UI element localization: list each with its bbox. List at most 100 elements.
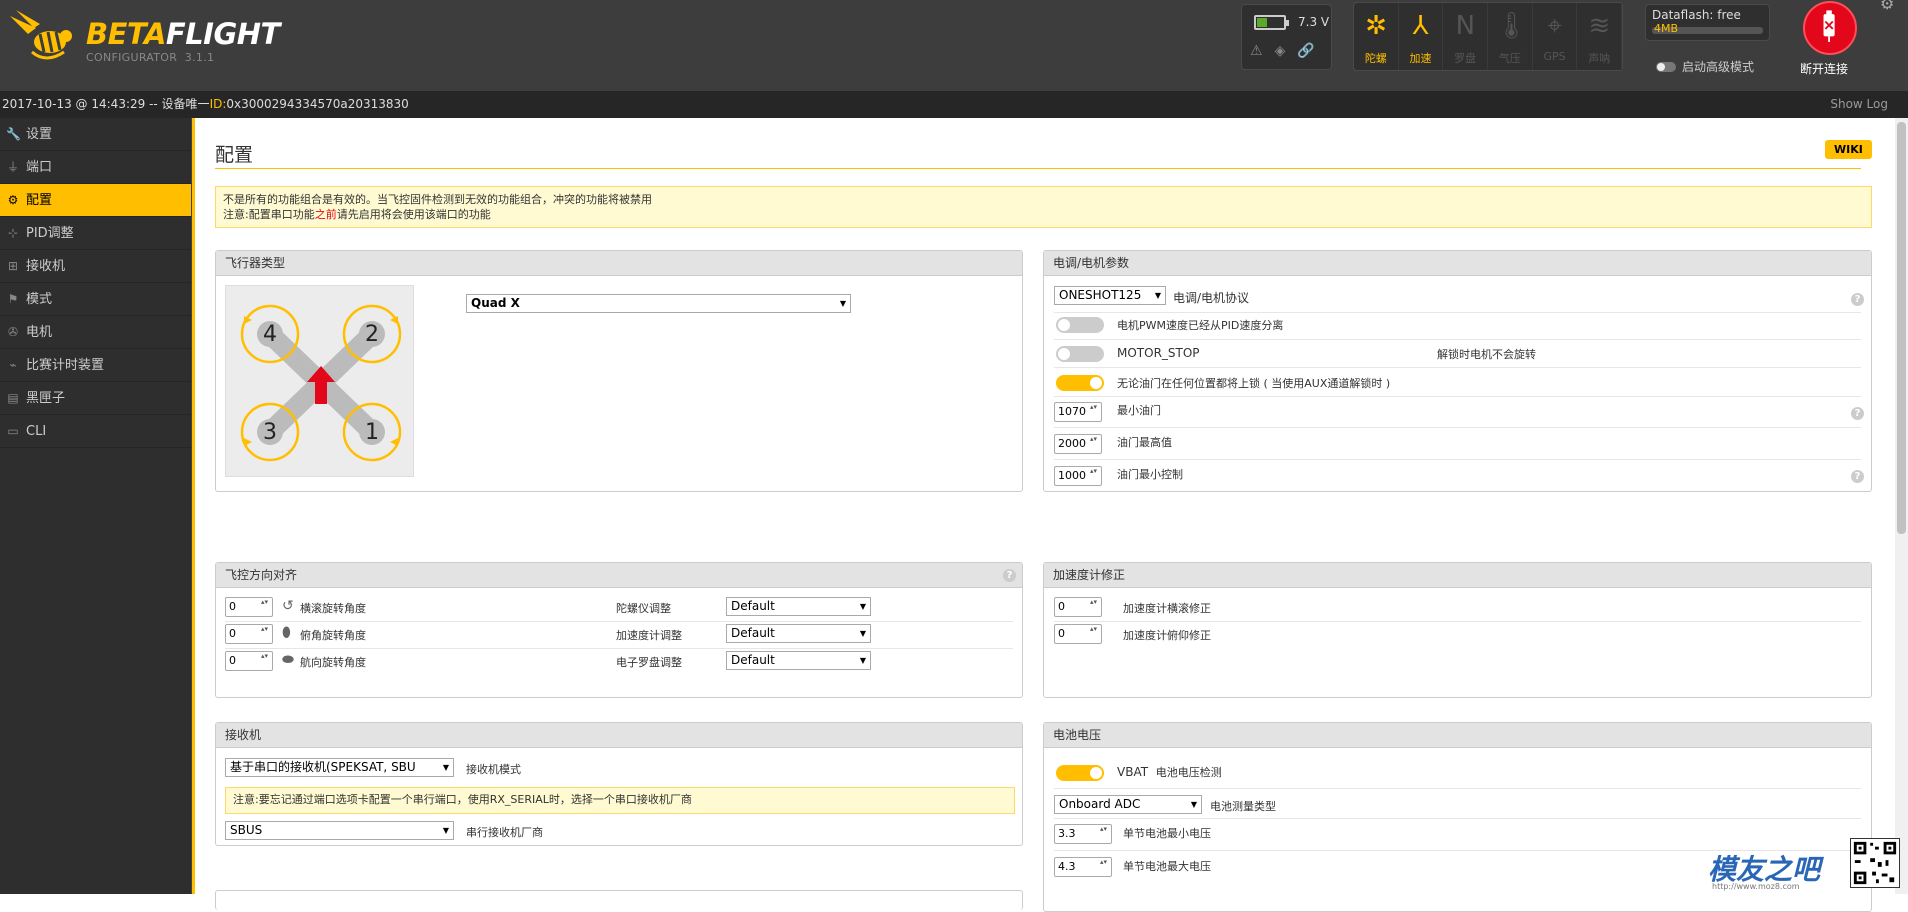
battery-panel-title: 电池电压: [1044, 723, 1871, 748]
alignment-angle-input[interactable]: 0: [225, 651, 273, 671]
status-bar: 2017-10-13 @ 14:43:29 -- 设备唯一ID:0x300029…: [0, 91, 1908, 118]
expert-mode-switch[interactable]: [1656, 61, 1676, 72]
alignment-sensor-label: 电子罗盘调整: [616, 656, 682, 669]
pwm-separate-toggle[interactable]: [1056, 317, 1104, 333]
alignment-angle-label: 航向旋转角度: [300, 656, 366, 669]
arm-anywhere-label: 无论油门在任何位置都将上锁 ( 当使用AUX通道解锁时 ): [1117, 377, 1391, 390]
show-log-link[interactable]: Show Log: [1830, 91, 1888, 118]
vbat-label: VBAT 电池电压检测: [1117, 765, 1222, 779]
motor-stop-toggle[interactable]: [1056, 346, 1104, 362]
min-throttle-help-icon[interactable]: ?: [1851, 407, 1864, 420]
failsafe-icon: ◈: [1274, 43, 1286, 59]
wrench-icon: 🔧: [6, 127, 21, 141]
page-scrollbar[interactable]: [1895, 118, 1908, 894]
sidebar-item-label: CLI: [26, 423, 47, 439]
alignment-sensor-label: 陀螺仪调整: [616, 602, 671, 615]
sidebar-item-1[interactable]: ⏚ 端口: [0, 151, 191, 184]
notice-line-2: 注意:配置串口功能之前请先启用将会使用该端口的功能: [223, 208, 491, 221]
accel-trim-input[interactable]: 0: [1054, 597, 1102, 617]
motor-stop-label: MOTOR_STOP: [1117, 346, 1200, 360]
notice-line-1: 不是所有的功能组合是有效的。当飞控固件检测到无效的功能组合，冲突的功能将被禁用: [223, 193, 652, 206]
sidebar-item-label: 电机: [26, 324, 53, 340]
cli-icon: ▭: [7, 424, 19, 438]
min-command-label: 油门最小控制: [1117, 468, 1183, 481]
battery-voltage: 7.3 V: [1298, 15, 1330, 29]
sensor-sonar: ≋ 声呐: [1577, 3, 1623, 70]
arm-anywhere-toggle[interactable]: [1056, 375, 1104, 391]
accel-trim-label: 加速度计俯仰修正: [1123, 629, 1211, 642]
voltage-meter-label: 电池测量类型: [1210, 800, 1276, 813]
alignment-help-icon[interactable]: ?: [1003, 569, 1016, 582]
disconnect-button[interactable]: [1803, 1, 1857, 55]
alignment-sensor-select[interactable]: Default: [726, 651, 871, 670]
esc-protocol-select[interactable]: ONESHOT125: [1054, 286, 1166, 305]
receiver-mode-select[interactable]: 基于串口的接收机(SPEKSAT, SBU: [225, 758, 454, 777]
gear-icon: ⚙: [7, 193, 19, 207]
device-id-value: 0x3000294334570a20313830: [226, 97, 409, 111]
motor-4-label: 4: [263, 322, 277, 347]
quad-x-diagram: 4 2 3 1: [225, 285, 414, 477]
mixer-select[interactable]: Quad X: [466, 294, 851, 313]
sidebar-item-8[interactable]: ▤ 黑匣子: [0, 382, 191, 415]
warning-icon: ⚠: [1250, 43, 1263, 59]
sensor-label: 罗盘: [1454, 52, 1477, 65]
sidebar: 🔧 设置 ⏚ 端口 ⚙ 配置 ⊹ PID调整 ⊞ 接收机 ⚑ 模式 ✇ 电机 ⌁ 比赛计时装置 ▤ 黑匣子 ▭ CLI: [0, 118, 192, 894]
betaflight-wordmark: BETAFLIGHT: [86, 17, 280, 51]
alignment-angle-input[interactable]: 0: [225, 597, 273, 617]
min-command-help-icon[interactable]: ?: [1851, 470, 1864, 483]
min-cell-voltage-label: 单节电池最小电压: [1123, 827, 1211, 840]
accel-trim-panel: 加速度计修正 0 加速度计横滚修正 0 加速度计俯仰修正: [1043, 562, 1872, 698]
sidebar-item-4[interactable]: ⊞ 接收机: [0, 250, 191, 283]
settings-gear-icon[interactable]: ⚙: [1880, 0, 1894, 13]
alignment-angle-input[interactable]: 0: [225, 624, 273, 644]
max-throttle-input[interactable]: 2000: [1054, 434, 1102, 454]
vbat-toggle[interactable]: [1056, 765, 1104, 781]
sidebar-item-label: 接收机: [26, 258, 66, 274]
dataflash-size: 4MB: [1654, 22, 1679, 35]
alignment-angle-label: 俯角旋转角度: [300, 629, 366, 642]
receiver-mode-label: 接收机模式: [466, 763, 521, 776]
esc-protocol-help-icon[interactable]: ?: [1851, 293, 1864, 306]
quad-frame-image: 4 2 3 1: [240, 304, 402, 462]
receiver-icon: ⊞: [7, 259, 19, 273]
min-throttle-input[interactable]: 1070: [1054, 402, 1102, 422]
sidebar-item-3[interactable]: ⊹ PID调整: [0, 217, 191, 250]
sidebar-item-6[interactable]: ✇ 电机: [0, 316, 191, 349]
expert-mode-toggle[interactable]: 启动高级模式: [1656, 58, 1754, 75]
motor-2-label: 2: [365, 322, 379, 347]
qr-code-icon: [1850, 838, 1900, 888]
modes-icon: ⚑: [7, 292, 19, 306]
sidebar-item-label: 设置: [26, 126, 53, 142]
esc-panel: 电调/电机参数 ONESHOT125 电调/电机协议 ? 电机PWM速度已经从P…: [1043, 250, 1872, 492]
sidebar-item-5[interactable]: ⚑ 模式: [0, 283, 191, 316]
accel-trim-label: 加速度计横滚修正: [1123, 602, 1211, 615]
serial-provider-select[interactable]: SBUS: [225, 821, 454, 840]
yaw-icon: ⬬: [282, 652, 294, 668]
sidebar-item-0[interactable]: 🔧 设置: [0, 118, 191, 151]
scrollbar-thumb[interactable]: [1897, 122, 1906, 534]
sidebar-item-2[interactable]: ⚙ 配置: [0, 184, 191, 217]
next-panel-edge: [215, 890, 1023, 910]
sensor-label: 陀螺: [1364, 52, 1387, 65]
motor-icon: ✇: [7, 325, 19, 339]
max-throttle-label: 油门最高值: [1117, 436, 1172, 449]
sensor-status-box: ✲ 陀螺 ⅄ 加速 N 罗盘 🌡 气压 ⌖ GPS ≋ 声呐: [1353, 2, 1623, 71]
min-command-input[interactable]: 1000: [1054, 466, 1102, 486]
motor-stop-desc: 解锁时电机不会旋转: [1437, 348, 1536, 361]
accel-trim-input[interactable]: 0: [1054, 624, 1102, 644]
sidebar-item-9[interactable]: ▭ CLI: [0, 415, 191, 448]
min-cell-voltage-input[interactable]: 3.3: [1054, 824, 1112, 844]
wiki-button[interactable]: WIKI: [1825, 140, 1872, 159]
page-title: 配置: [215, 144, 254, 166]
alignment-sensor-select[interactable]: Default: [726, 624, 871, 643]
alignment-sensor-select[interactable]: Default: [726, 597, 871, 616]
gyro-icon: ✲: [1365, 11, 1387, 41]
sensor-label: GPS: [1543, 50, 1566, 63]
expert-mode-label: 启动高级模式: [1682, 60, 1755, 74]
disconnect-label: 断开连接: [1800, 62, 1849, 76]
sidebar-item-7[interactable]: ⌁ 比赛计时装置: [0, 349, 191, 382]
max-cell-voltage-input[interactable]: 4.3: [1054, 857, 1112, 877]
voltage-meter-select[interactable]: Onboard ADC: [1054, 795, 1202, 814]
receiver-panel-title: 接收机: [216, 723, 1022, 748]
transponder-icon: ⌁: [9, 358, 17, 372]
